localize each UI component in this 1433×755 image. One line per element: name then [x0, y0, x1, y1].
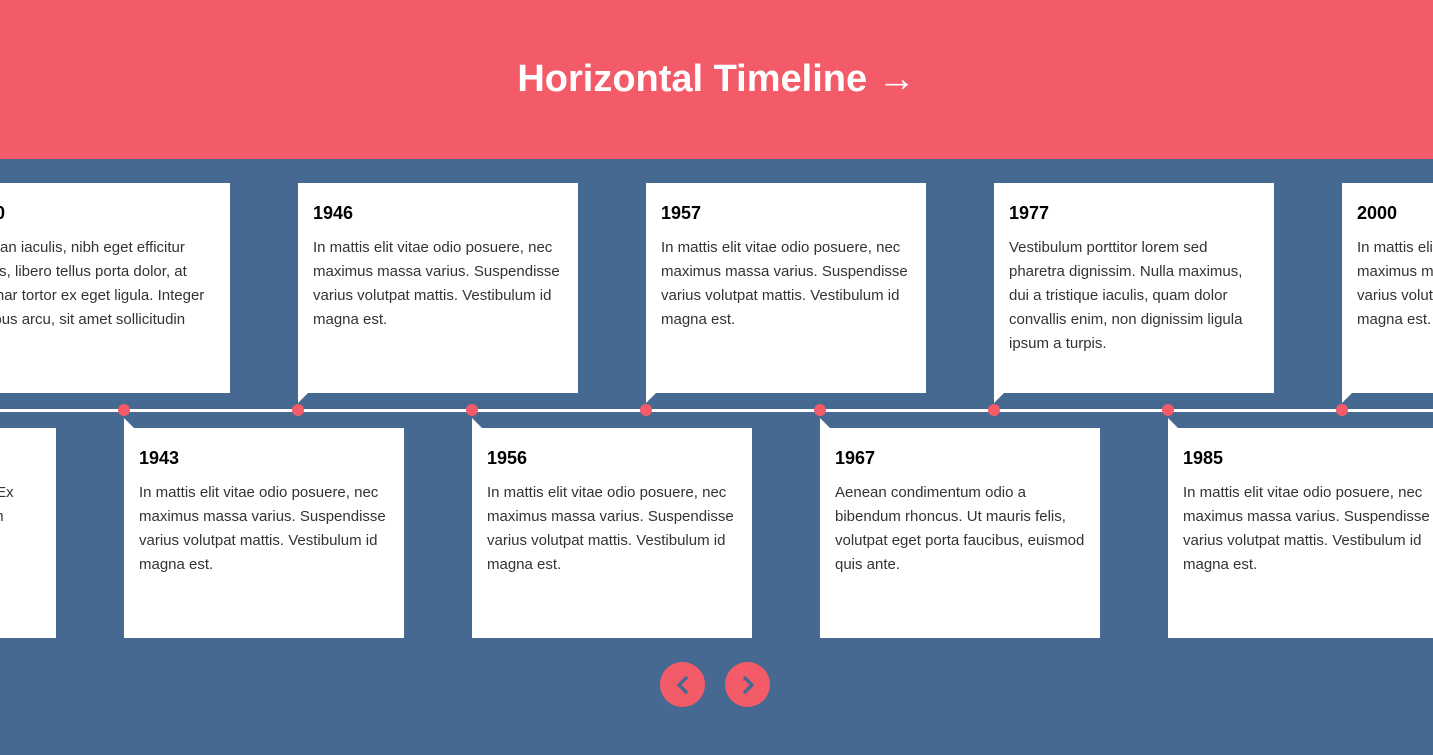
card-text: In mattis elit vitae odio posuere, nec m… [1183, 484, 1430, 573]
timeline-dot[interactable] [118, 404, 130, 416]
card-year: 1967 [835, 448, 876, 468]
card-text: In mattis elit vitae odio posuere, nec m… [661, 239, 908, 328]
timeline-card-1943: 1943 In mattis elit vitae odio posuere, … [124, 418, 404, 638]
timeline-dot[interactable] [1162, 404, 1174, 416]
card-text: In mattis elit vitae odio posuere, nec m… [487, 484, 734, 573]
timeline-card-1985: 1985 In mattis elit vitae odio posuere, … [1168, 418, 1433, 638]
chevron-left-icon [676, 675, 688, 694]
card-year: 1940 [0, 203, 6, 223]
card-text: In mattis elit vitae odio posuere, nec m… [1357, 239, 1433, 328]
next-button[interactable] [725, 662, 770, 707]
card-text: In mattis elit vitae odio posuere, nec m… [139, 484, 386, 573]
timeline-card-1946: 1946 In mattis elit vitae odio posuere, … [298, 183, 578, 403]
timeline-dot[interactable] [814, 404, 826, 416]
timeline-controls [660, 662, 770, 707]
timeline-dot[interactable] [1336, 404, 1348, 416]
timeline-card-1977: 1977 Vestibulum porttitor lorem sed phar… [994, 183, 1274, 403]
card-year: 1956 [487, 448, 528, 468]
card-year: 1946 [313, 203, 354, 223]
card-text: Vestibulum porttitor lorem sed pharetra … [1009, 239, 1243, 352]
chevron-right-icon [742, 675, 754, 694]
prev-button[interactable] [660, 662, 705, 707]
timeline-card-1956: 1956 In mattis elit vitae odio posuere, … [472, 418, 752, 638]
timeline-dot[interactable] [988, 404, 1000, 416]
page-header: Horizontal Timeline → [0, 0, 1433, 159]
card-text: Aenean iaculis, nibh eget efficitur iacu… [0, 239, 205, 328]
card-year: 1934 [0, 448, 41, 469]
timeline-card-1940: 1940 Aenean iaculis, nibh eget efficitur… [0, 183, 230, 393]
card-text: In mattis elit vitae odio posuere, nec m… [313, 239, 560, 328]
card-text: Aenean condimentum odio a bibendum rhonc… [835, 484, 1085, 573]
timeline-card-2000: 2000 In mattis elit vitae odio posuere, … [1342, 183, 1433, 403]
timeline-dot[interactable] [640, 404, 652, 416]
timeline-line [0, 409, 1433, 412]
timeline-dot[interactable] [292, 404, 304, 416]
timeline-card-1957: 1957 In mattis elit vitae odio posuere, … [646, 183, 926, 403]
card-year: 1985 [1183, 448, 1224, 468]
timeline-card-1967: 1967 Aenean condimentum odio a bibendum … [820, 418, 1100, 638]
card-year: 1977 [1009, 203, 1050, 223]
card-year: 1943 [139, 448, 180, 468]
page-title: Horizontal Timeline → [517, 58, 916, 100]
timeline-dot[interactable] [466, 404, 478, 416]
card-year: 1957 [661, 203, 702, 223]
card-text: Pellentesque at neque finibus. Ex lorem … [0, 484, 14, 525]
timeline-card-1934: 1934 Pellentesque at neque finibus. Ex l… [0, 428, 56, 638]
card-year: 2000 [1357, 203, 1398, 223]
